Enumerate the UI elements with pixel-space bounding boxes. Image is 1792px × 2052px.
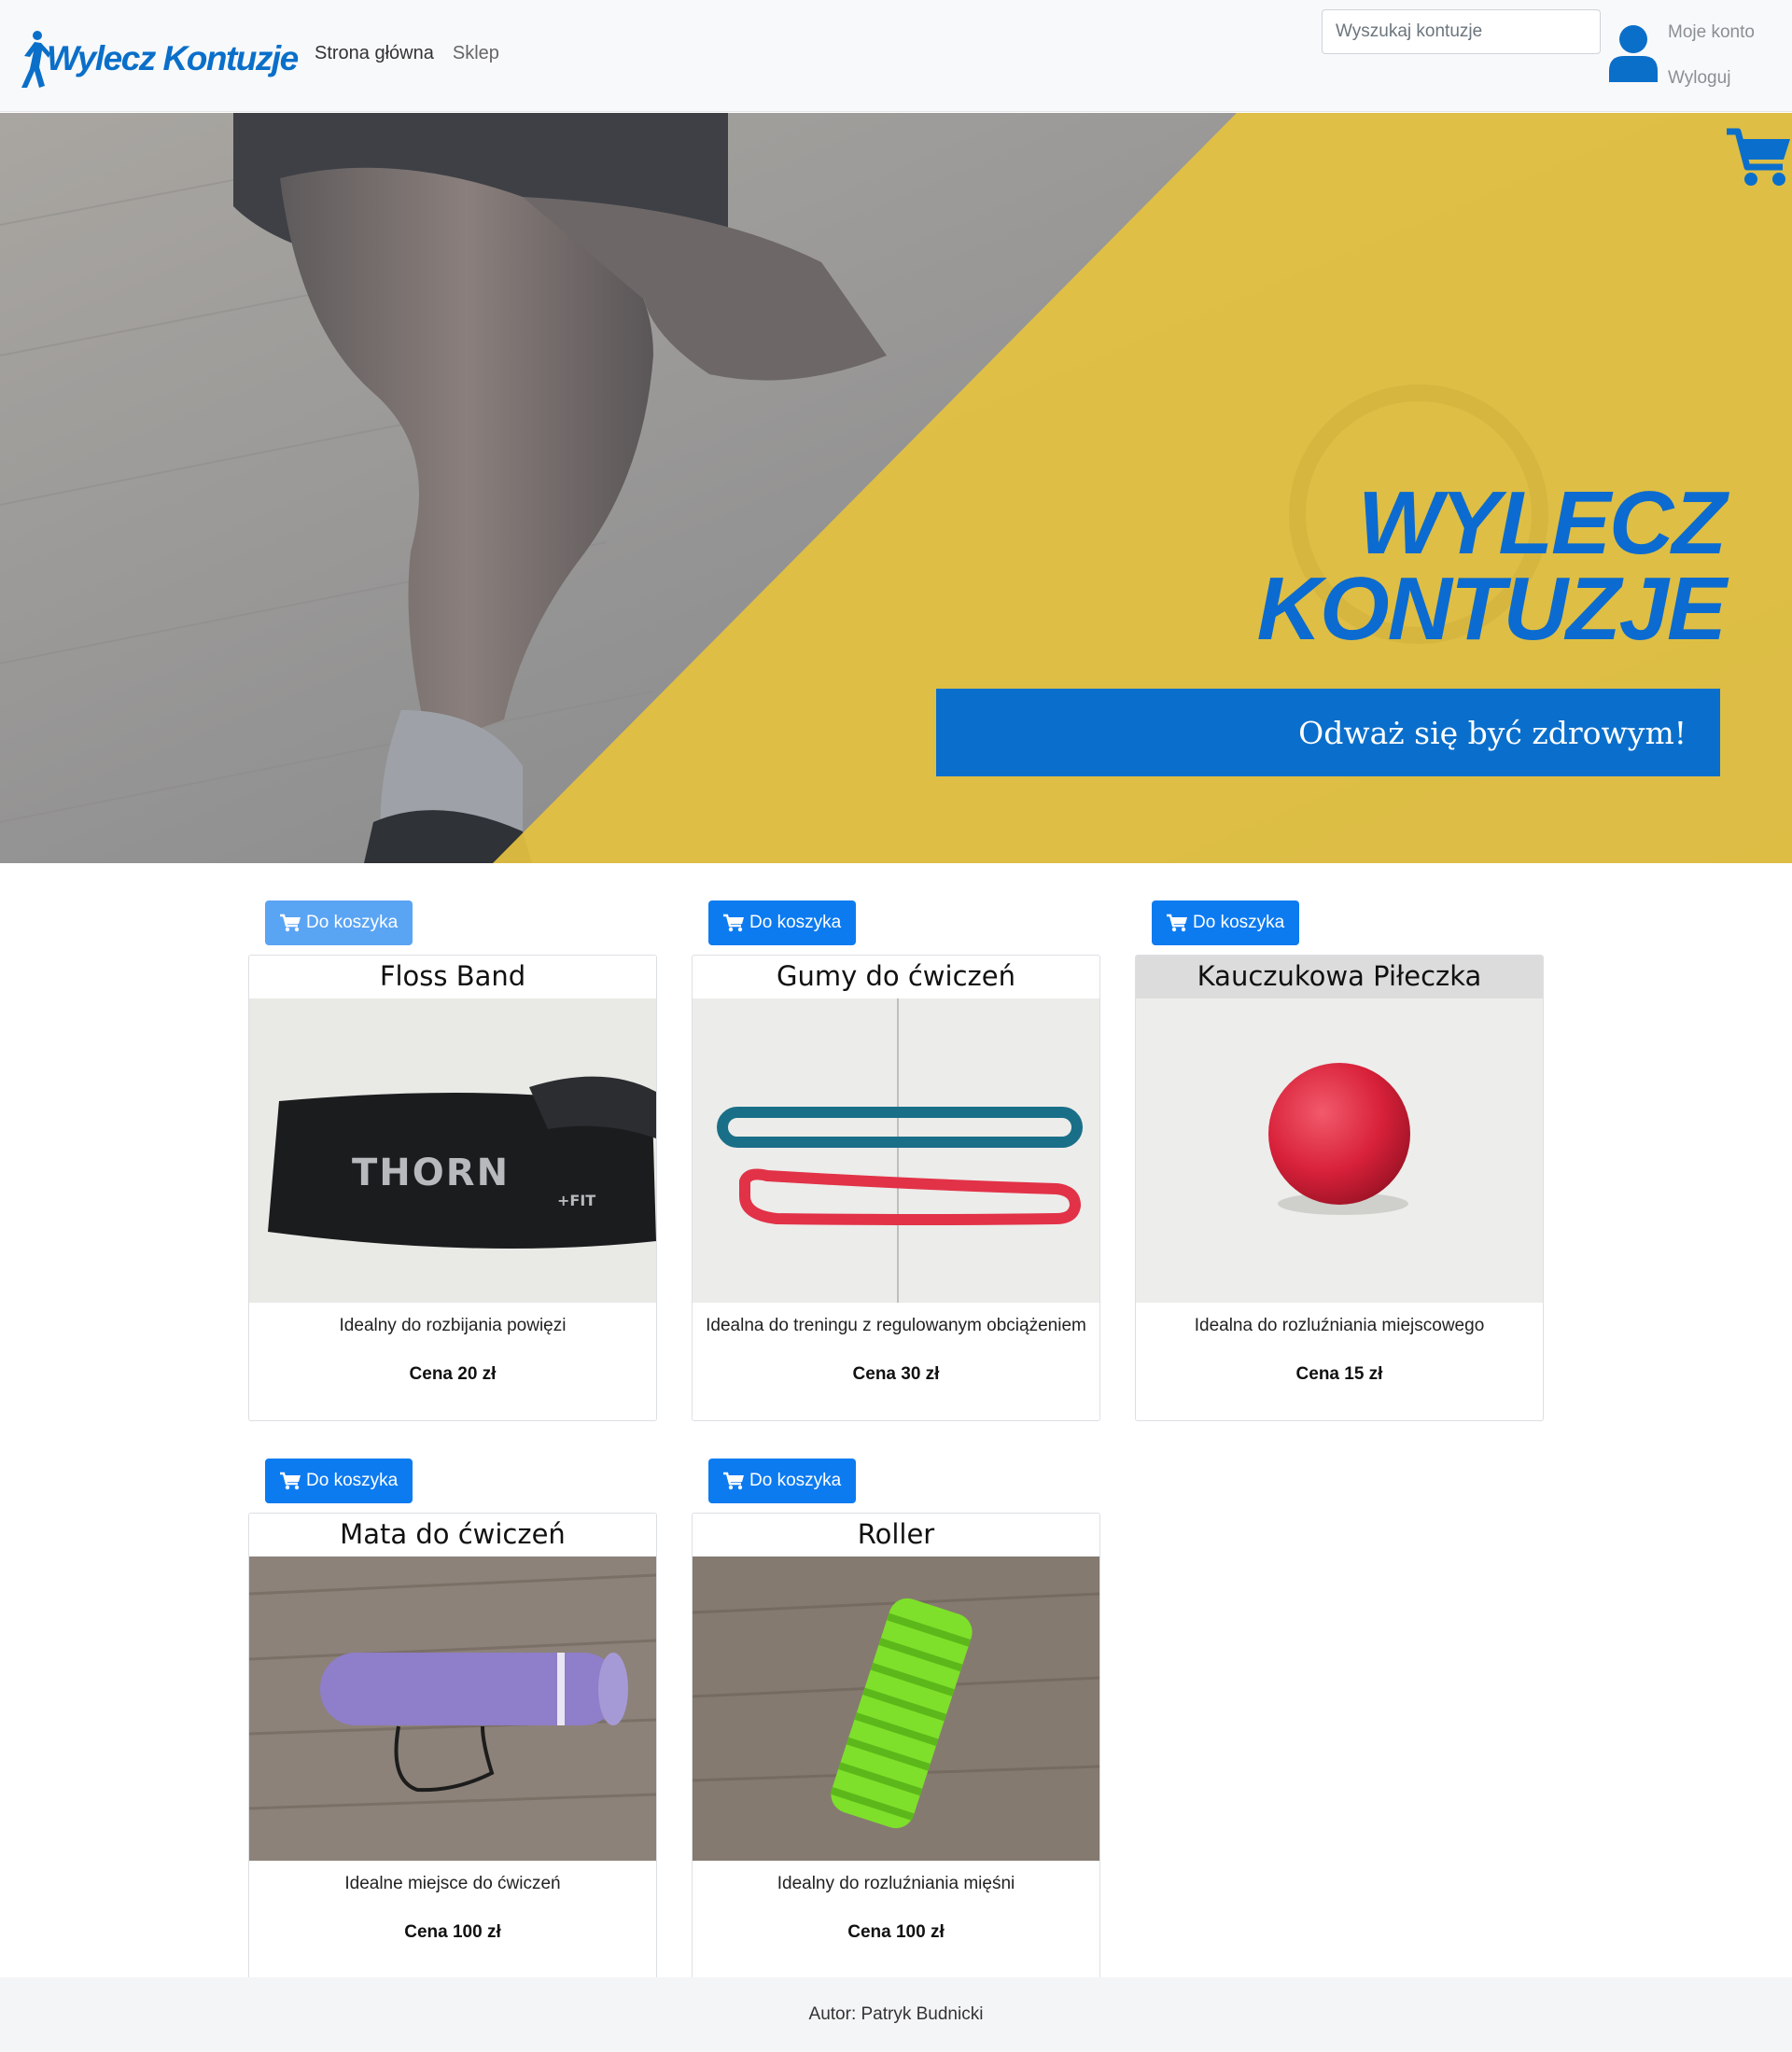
add-to-cart-button[interactable]: Do koszyka	[708, 1459, 857, 1503]
product-price: Cena 30 zł	[852, 1364, 940, 1384]
product-card[interactable]: Kauczukowa Piłeczka Idealna do rozluźnia…	[1135, 955, 1544, 1421]
product-name: Floss Band	[379, 960, 526, 992]
product-description: Idealny do rozluźniania mięśni	[777, 1874, 1015, 1893]
cart-icon[interactable]	[1727, 126, 1792, 188]
my-account-link[interactable]: Moje konto	[1668, 22, 1755, 43]
product-image-exercise-mat	[249, 1556, 656, 1861]
product-card[interactable]: Floss Band THORN +FIT Idealny do rozbija…	[248, 955, 657, 1421]
top-navbar: Wylecz Kontuzje Strona główna Sklep Moje…	[0, 0, 1792, 112]
search-input[interactable]	[1322, 9, 1601, 54]
footer-author: Autor: Patryk Budnicki	[808, 2004, 984, 2024]
product-description: Idealne miejsce do ćwiczeń	[344, 1874, 561, 1893]
hero-slogan-banner: Odważ się być zdrowym!	[936, 689, 1720, 776]
logout-link[interactable]: Wyloguj	[1668, 68, 1730, 89]
product-card[interactable]: Mata do ćwiczeń Idealne miejsce do ćwicz…	[248, 1513, 657, 1979]
add-to-cart-button[interactable]: Do koszyka	[1152, 900, 1300, 945]
add-to-cart-label: Do koszyka	[306, 1471, 399, 1490]
product-description: Idealna do rozluźniania miejscowego	[1194, 1316, 1485, 1335]
add-to-cart-label: Do koszyka	[306, 913, 399, 932]
user-icon[interactable]	[1607, 24, 1659, 82]
brand-name: Wylecz Kontuzje	[47, 39, 299, 77]
product-description: Idealny do rozbijania powięzi	[339, 1316, 567, 1335]
add-to-cart-button[interactable]: Do koszyka	[265, 1459, 413, 1503]
add-to-cart-label: Do koszyka	[749, 1471, 842, 1490]
cart-icon	[280, 1472, 301, 1490]
nav-home-link[interactable]: Strona główna	[315, 43, 434, 64]
cart-icon	[1167, 914, 1187, 932]
product-image-floss-band: THORN +FIT	[249, 998, 656, 1303]
product-name: Kauczukowa Piłeczka	[1136, 956, 1543, 998]
main-nav: Strona główna Sklep	[315, 43, 499, 64]
product-card[interactable]: Gumy do ćwiczeń Idealna do treningu z re…	[692, 955, 1100, 1421]
product-card[interactable]: Roller Idealny do rozluźniania mięśni Ce…	[692, 1513, 1100, 1979]
nav-shop-link[interactable]: Sklep	[453, 43, 499, 64]
product-price: Cena 20 zł	[409, 1364, 497, 1384]
cart-icon	[280, 914, 301, 932]
product-image-resistance-bands	[693, 998, 1099, 1303]
product-description: Idealna do treningu z regulowanym obciąż…	[706, 1316, 1086, 1335]
cart-icon	[723, 1472, 744, 1490]
hero-title-line2: KONTUZJE	[1256, 559, 1727, 659]
svg-text:+FIT: +FIT	[557, 1192, 595, 1209]
add-to-cart-button[interactable]: Do koszyka	[265, 900, 413, 945]
product-name: Gumy do ćwiczeń	[777, 960, 1015, 992]
page-footer: Autor: Patryk Budnicki	[0, 1977, 1792, 2052]
add-to-cart-button[interactable]: Do koszyka	[708, 900, 857, 945]
add-to-cart-label: Do koszyka	[1193, 913, 1285, 932]
hero-title: WYLECZ KONTUZJE	[1256, 473, 1727, 659]
product-price: Cena 15 zł	[1295, 1364, 1383, 1384]
hero-title-line1: WYLECZ	[1357, 473, 1727, 573]
hero-banner: WYLECZ KONTUZJE Odważ się być zdrowym!	[0, 113, 1792, 863]
hero-slogan: Odważ się być zdrowym!	[1298, 714, 1687, 751]
product-image-rubber-ball	[1136, 998, 1543, 1303]
product-price: Cena 100 zł	[847, 1922, 945, 1942]
product-price: Cena 100 zł	[404, 1922, 501, 1942]
cart-icon	[723, 914, 744, 932]
product-name: Mata do ćwiczeń	[340, 1518, 566, 1550]
add-to-cart-label: Do koszyka	[749, 913, 842, 932]
runner-icon	[21, 31, 50, 88]
product-image-roller	[693, 1556, 1099, 1861]
svg-text:THORN: THORN	[352, 1152, 510, 1194]
brand-logo[interactable]: Wylecz Kontuzje	[19, 26, 299, 91]
product-name: Roller	[857, 1518, 935, 1550]
